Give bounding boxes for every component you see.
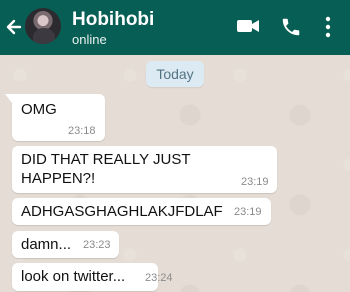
chat-header: Hobihobi online bbox=[0, 0, 350, 55]
message-bubble[interactable]: damn... 23:23 bbox=[12, 231, 119, 258]
message-time: 23:24 bbox=[145, 272, 173, 284]
message-text: ADHGASGHAGHLAKJFDLAF bbox=[21, 203, 223, 220]
message-text: OMG bbox=[21, 101, 57, 118]
message-time: 23:18 bbox=[68, 125, 96, 137]
contact-status: online bbox=[72, 32, 107, 47]
message-text: damn... bbox=[21, 236, 72, 253]
back-arrow-icon[interactable] bbox=[4, 15, 24, 39]
date-separator: Today bbox=[146, 61, 204, 87]
avatar[interactable] bbox=[25, 8, 61, 44]
message-text: look on twitter... bbox=[21, 268, 126, 285]
message-bubble[interactable]: ADHGASGHAGHLAKJFDLAF 23:19 bbox=[12, 198, 271, 225]
message-text: DID THAT REALLY JUST HAPPEN?! bbox=[21, 151, 191, 187]
contact-name[interactable]: Hobihobi bbox=[72, 9, 154, 31]
message-list[interactable]: Today OMG 23:18 DID THAT REALLY JUST HAP… bbox=[0, 55, 350, 292]
more-vert-icon[interactable] bbox=[322, 15, 334, 39]
message-time: 23:19 bbox=[234, 206, 262, 218]
message-time: 23:23 bbox=[83, 239, 111, 251]
video-call-icon[interactable] bbox=[236, 15, 260, 37]
message-bubble[interactable]: OMG 23:18 bbox=[5, 94, 105, 141]
message-time: 23:19 bbox=[241, 176, 269, 188]
message-bubble[interactable]: DID THAT REALLY JUST HAPPEN?! 23:19 bbox=[12, 146, 277, 193]
message-bubble[interactable]: look on twitter... 23:24 bbox=[12, 263, 173, 291]
phone-icon[interactable] bbox=[280, 15, 302, 39]
